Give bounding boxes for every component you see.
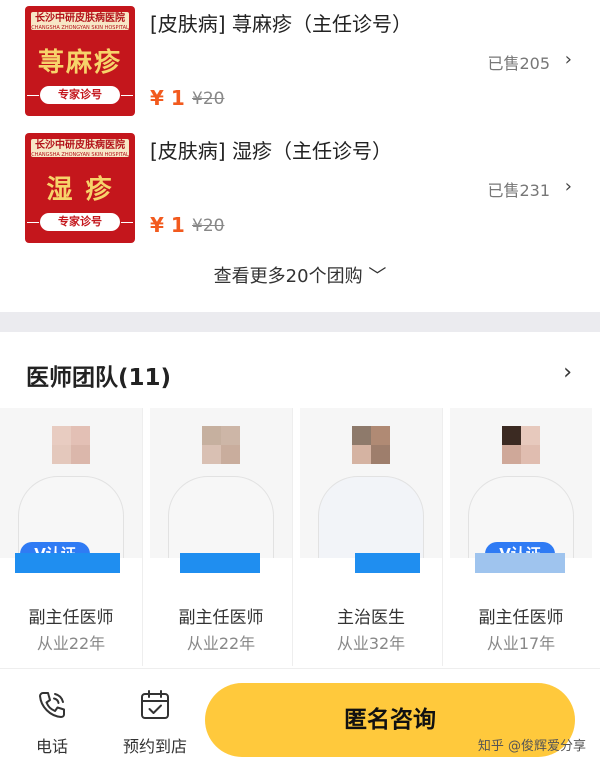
- disease-name: 湿 疹: [46, 175, 114, 205]
- phone-button[interactable]: 电话: [12, 687, 92, 757]
- chevron-right-icon[interactable]: ›: [565, 176, 572, 197]
- deal-title[interactable]: [皮肤病] 荨麻疹（主任诊号）: [150, 8, 412, 37]
- doctor-photo: [0, 408, 142, 558]
- doctor-card[interactable]: V认证 副主任医师 从业17年: [450, 408, 592, 666]
- expert-badge: 专家诊号: [40, 86, 120, 104]
- doctor-photo: [300, 408, 442, 558]
- section-divider: [0, 312, 600, 332]
- doctor-photo: [450, 408, 592, 558]
- expert-badge: 专家诊号: [40, 213, 120, 231]
- blurred-name: [15, 553, 120, 573]
- doctor-experience: 从业22年: [36, 634, 106, 653]
- doctor-role: 副主任医师: [178, 608, 264, 628]
- doctor-head: [52, 426, 90, 464]
- calendar-check-icon: [141, 690, 169, 719]
- doctor-head: [352, 426, 390, 464]
- deal-item[interactable]: 长沙中研皮肤病医院 CHANGSHA ZHONGYAN SKIN HOSPITA…: [0, 127, 600, 252]
- deal-price: ¥ 1: [150, 86, 185, 110]
- doctor-team-title[interactable]: 医师团队(11): [26, 358, 171, 392]
- doctor-experience: 从业32年: [336, 634, 406, 653]
- doctor-coat: [168, 476, 274, 558]
- doctor-experience: 从业22年: [186, 634, 256, 653]
- appointment-label: 预约到店: [122, 737, 187, 756]
- doctor-head: [502, 426, 540, 464]
- doctor-head: [202, 426, 240, 464]
- deal-sold-count: 已售231: [487, 181, 550, 200]
- phone-icon: [39, 692, 65, 718]
- deal-thumbnail: 长沙中研皮肤病医院 CHANGSHA ZHONGYAN SKIN HOSPITA…: [25, 6, 135, 116]
- bottom-action-bar: 电话 预约到店 匿名咨询 知乎 @俊辉爱分享: [0, 668, 600, 769]
- deal-original-price: ¥20: [192, 216, 225, 236]
- deal-original-price: ¥20: [192, 89, 225, 109]
- watermark: 知乎 @俊辉爱分享: [477, 739, 586, 754]
- doctor-role: 副主任医师: [478, 608, 564, 628]
- decor-line: [27, 95, 39, 96]
- decor-line: [27, 222, 39, 223]
- doctor-experience: 从业17年: [486, 634, 556, 653]
- doctor-card[interactable]: V认证 副主任医师 从业22年: [0, 408, 143, 666]
- appointment-button[interactable]: 预约到店: [115, 687, 195, 757]
- doctor-card[interactable]: 主治医生 从业32年: [300, 408, 443, 666]
- chevron-right-icon[interactable]: ›: [565, 49, 572, 70]
- chevron-down-icon: ﹀: [368, 266, 387, 287]
- doctor-role: 副主任医师: [28, 608, 114, 628]
- blurred-name: [355, 553, 420, 573]
- doctor-role: 主治医生: [337, 608, 405, 628]
- disease-name: 荨麻疹: [37, 48, 122, 78]
- doctor-photo: [150, 408, 292, 558]
- doctor-card[interactable]: 副主任医师 从业22年: [150, 408, 293, 666]
- hospital-english-name: CHANGSHA ZHONGYAN SKIN HOSPITAL: [31, 152, 129, 158]
- chevron-right-icon[interactable]: ›: [563, 360, 572, 385]
- deal-title[interactable]: [皮肤病] 湿疹（主任诊号）: [150, 135, 392, 164]
- decor-line: [121, 95, 133, 96]
- view-more-label: 查看更多20个团购: [213, 266, 363, 287]
- phone-label: 电话: [35, 737, 68, 756]
- deal-sold-count: 已售205: [487, 54, 550, 73]
- group-buy-section: 长沙中研皮肤病医院 CHANGSHA ZHONGYAN SKIN HOSPITA…: [0, 0, 600, 312]
- deal-thumbnail: 长沙中研皮肤病医院 CHANGSHA ZHONGYAN SKIN HOSPITA…: [25, 133, 135, 243]
- deal-price: ¥ 1: [150, 213, 185, 237]
- hospital-english-name: CHANGSHA ZHONGYAN SKIN HOSPITAL: [31, 25, 129, 31]
- decor-line: [121, 222, 133, 223]
- blurred-name: [180, 553, 260, 573]
- deal-item[interactable]: 长沙中研皮肤病医院 CHANGSHA ZHONGYAN SKIN HOSPITA…: [0, 0, 600, 125]
- blurred-name: [475, 553, 565, 573]
- doctor-coat: [318, 476, 424, 558]
- view-more-deals-link[interactable]: 查看更多20个团购 ﹀: [0, 262, 600, 288]
- doctor-list: V认证 副主任医师 从业22年 副主任医师 从业22年 主治医生 从业32年: [0, 408, 600, 668]
